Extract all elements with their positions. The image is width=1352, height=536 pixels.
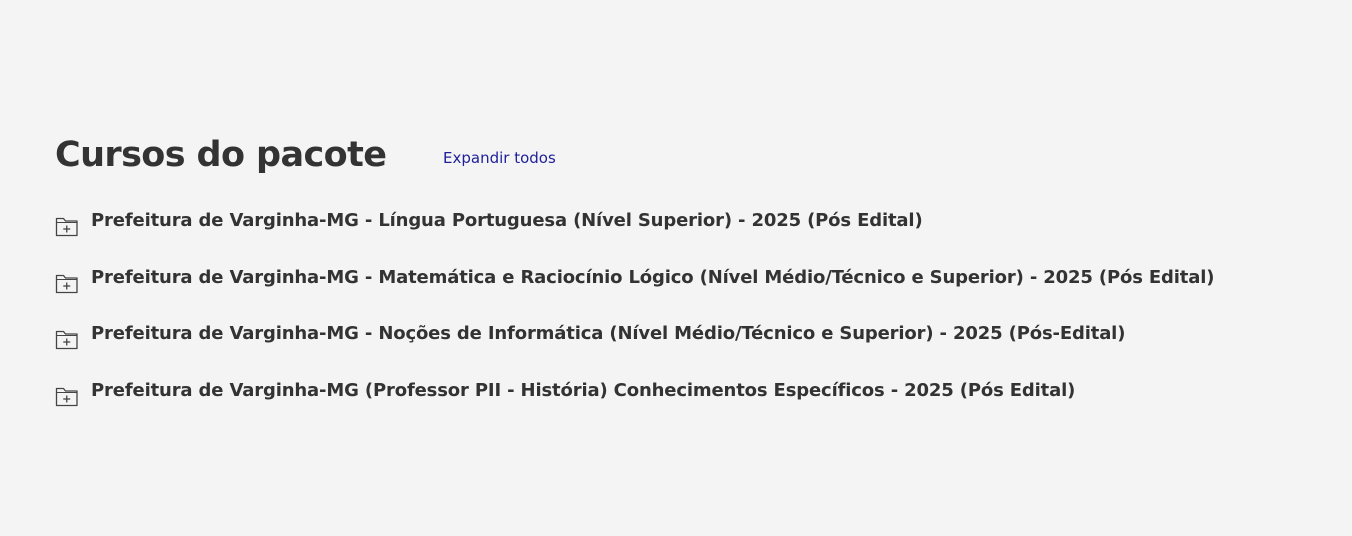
folder-plus-icon [55,273,79,294]
folder-plus-icon [55,386,79,407]
section-title: Cursos do pacote [55,135,387,175]
course-list: Prefeitura de Varginha-MG - Língua Portu… [55,198,1214,425]
course-label: Prefeitura de Varginha-MG - Língua Portu… [91,209,923,231]
course-item[interactable]: Prefeitura de Varginha-MG - Matemática e… [55,255,1214,312]
folder-plus-icon [55,216,79,237]
expand-all-link[interactable]: Expandir todos [443,149,556,167]
folder-plus-icon [55,329,79,350]
course-label: Prefeitura de Varginha-MG - Matemática e… [91,266,1215,288]
course-label: Prefeitura de Varginha-MG - Noções de In… [91,323,1126,345]
course-item[interactable]: Prefeitura de Varginha-MG - Língua Portu… [55,198,1214,255]
course-item[interactable]: Prefeitura de Varginha-MG (Professor PII… [55,368,1214,425]
section-header: Cursos do pacote Expandir todos [55,132,1315,178]
course-label: Prefeitura de Varginha-MG (Professor PII… [91,379,1076,401]
course-package-section: Cursos do pacote Expandir todos Prefeitu… [55,132,1315,407]
course-item[interactable]: Prefeitura de Varginha-MG - Noções de In… [55,311,1214,368]
